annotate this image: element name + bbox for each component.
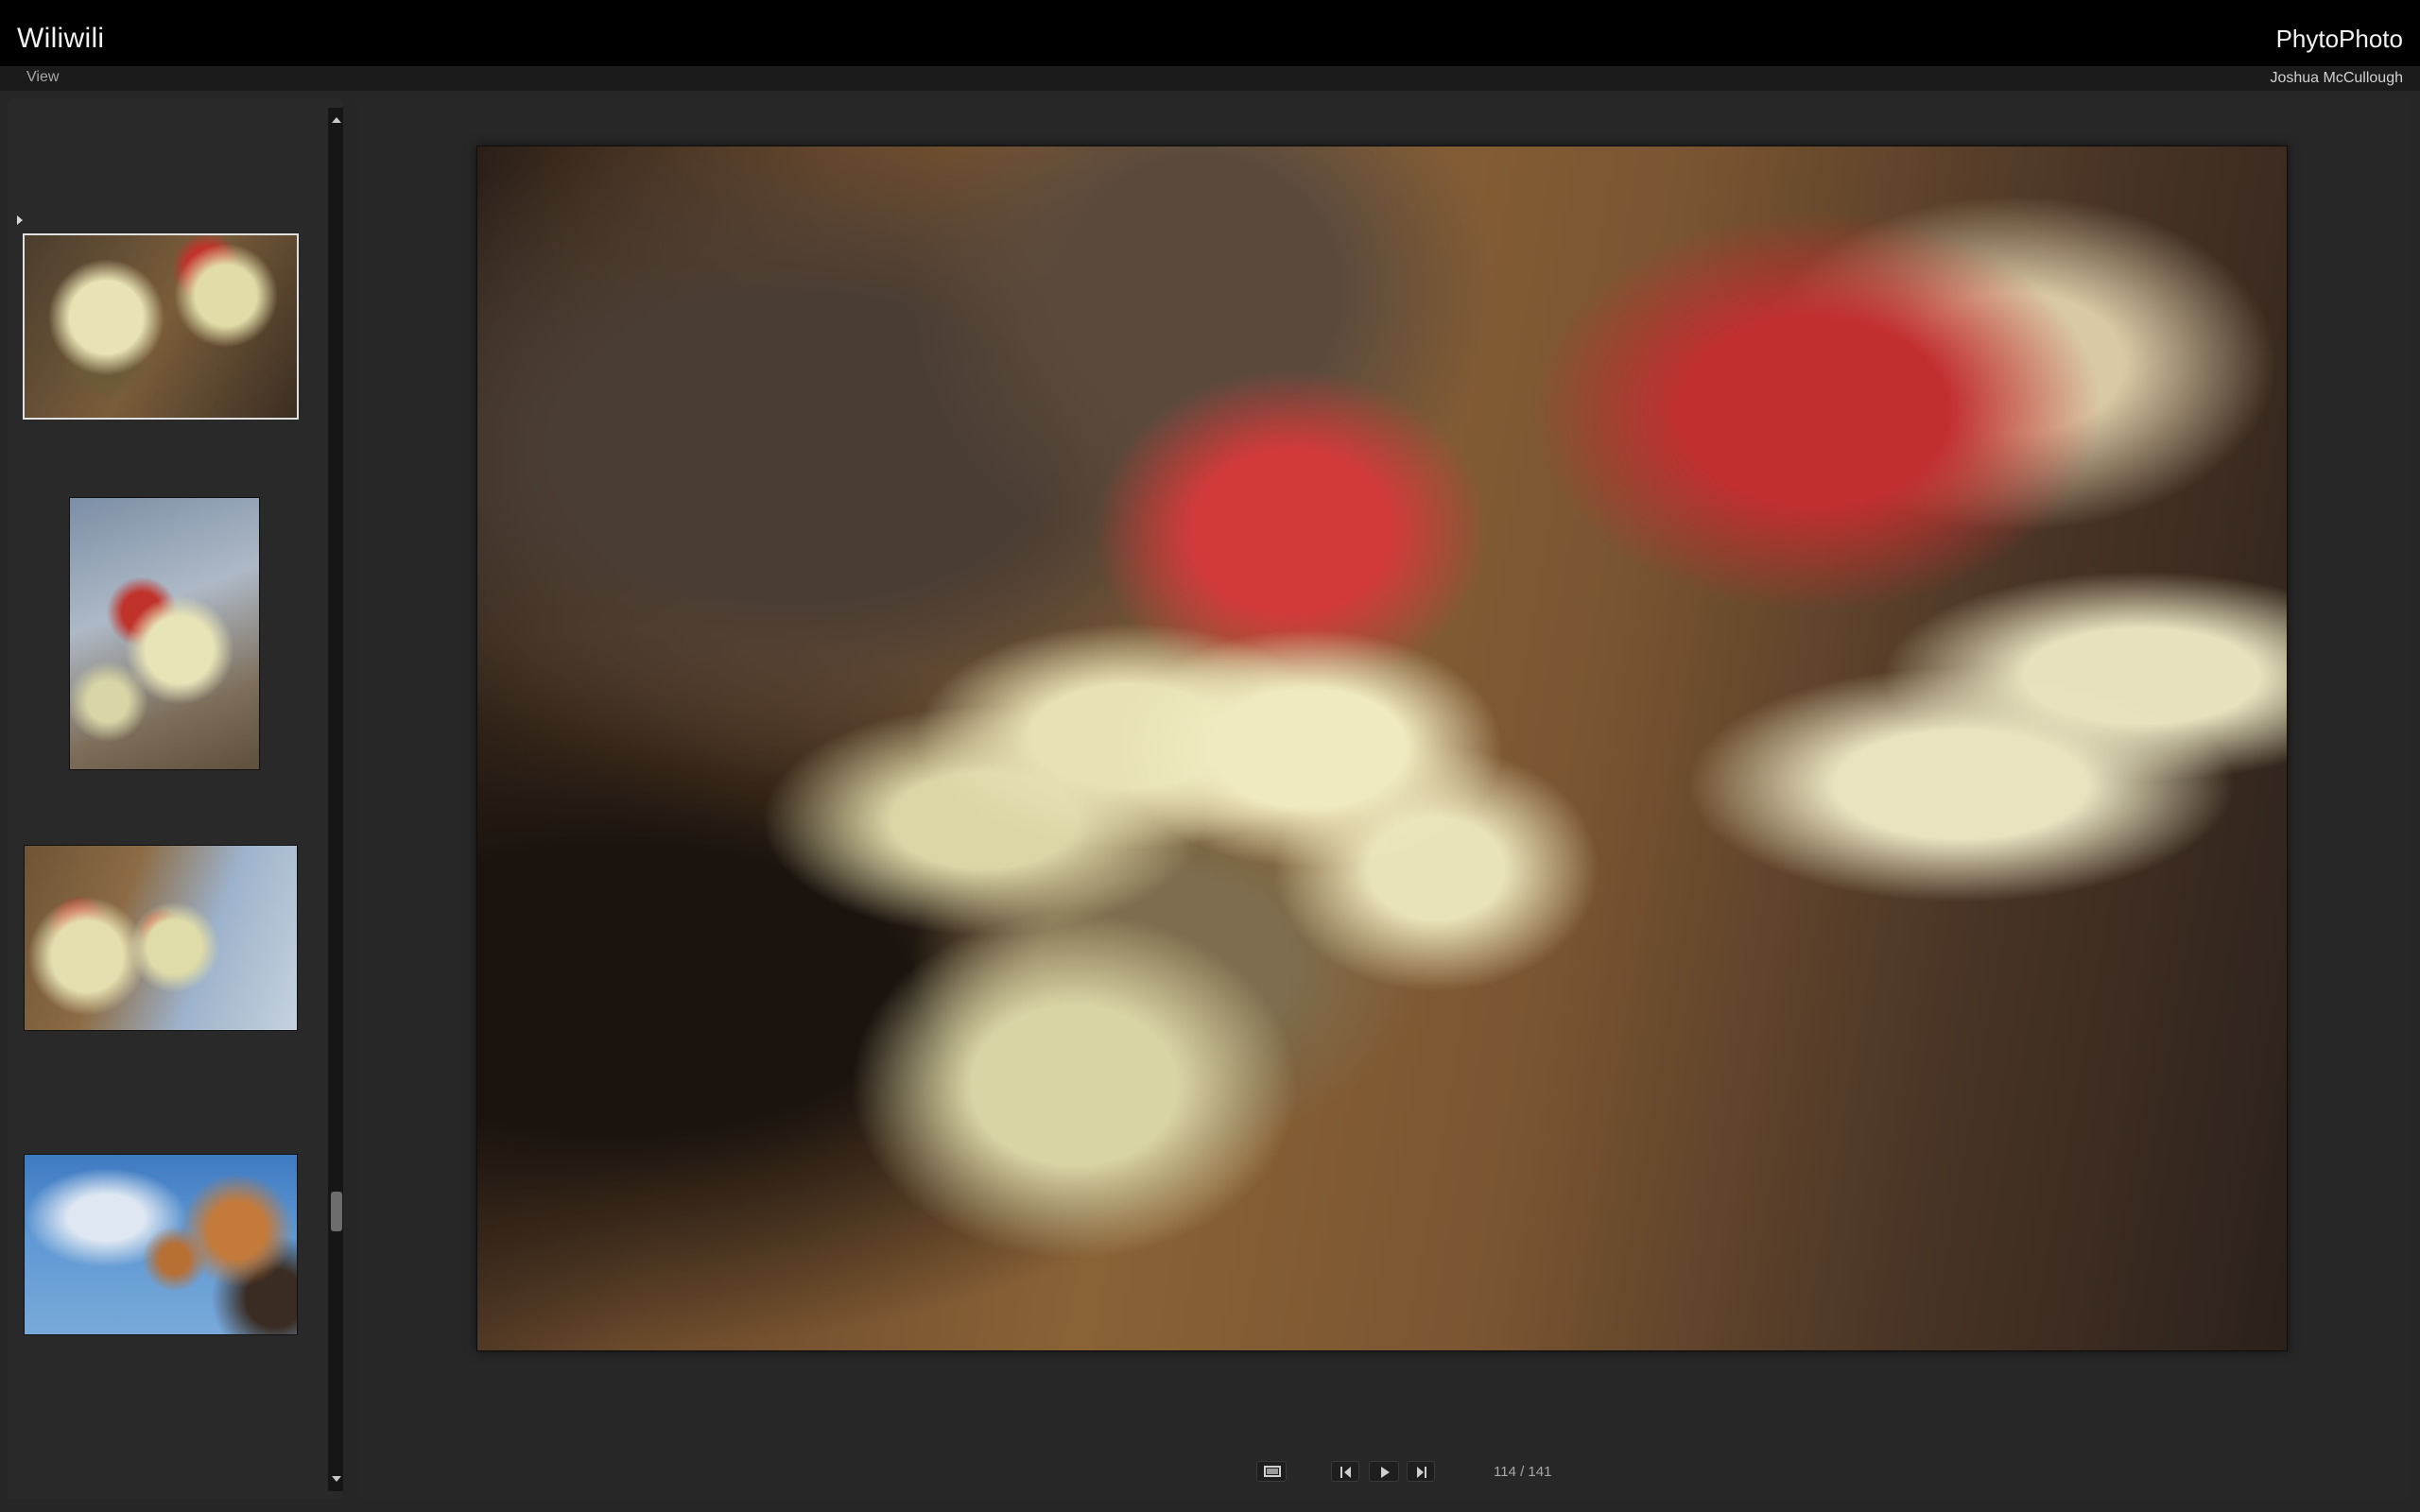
view-menu[interactable]: View (26, 69, 59, 86)
playback-controls: 114 / 141 (357, 1461, 2411, 1489)
play-icon (1381, 1467, 1390, 1478)
title-bar: Wiliwili PhytoPhoto (0, 0, 2420, 66)
filmstrip-panel (8, 98, 343, 1499)
current-indicator-icon (17, 215, 23, 225)
scroll-down-icon[interactable] (332, 1476, 341, 1482)
author-name: Joshua McCullough (2270, 70, 2403, 86)
filmstrip-scrollbar[interactable] (328, 108, 343, 1491)
frame-icon (1264, 1466, 1281, 1477)
thumbnail[interactable] (24, 845, 298, 1031)
thumbnail[interactable] (24, 1154, 298, 1335)
skip-next-icon (1425, 1467, 1426, 1478)
menu-bar: View Joshua McCullough (0, 66, 2420, 91)
scroll-thumb[interactable] (331, 1192, 342, 1231)
scroll-up-icon[interactable] (332, 117, 341, 123)
previous-button[interactable] (1331, 1461, 1359, 1482)
skip-previous-icon-arrow (1344, 1467, 1351, 1478)
thumbnail-list (8, 98, 320, 1499)
page-title: Wiliwili (17, 23, 105, 54)
image-viewer: 114 / 141 (357, 98, 2411, 1499)
brand-name: PhytoPhoto (2275, 25, 2403, 53)
play-button[interactable] (1369, 1461, 1399, 1482)
skip-previous-icon (1340, 1467, 1342, 1478)
next-button[interactable] (1407, 1461, 1435, 1482)
thumbnail-selected[interactable] (23, 233, 299, 420)
thumbnail[interactable] (69, 497, 260, 770)
main-photo[interactable] (476, 146, 2288, 1351)
fit-view-button[interactable] (1256, 1461, 1287, 1482)
image-counter: 114 / 141 (1494, 1464, 1552, 1480)
skip-next-icon-arrow (1417, 1467, 1424, 1478)
